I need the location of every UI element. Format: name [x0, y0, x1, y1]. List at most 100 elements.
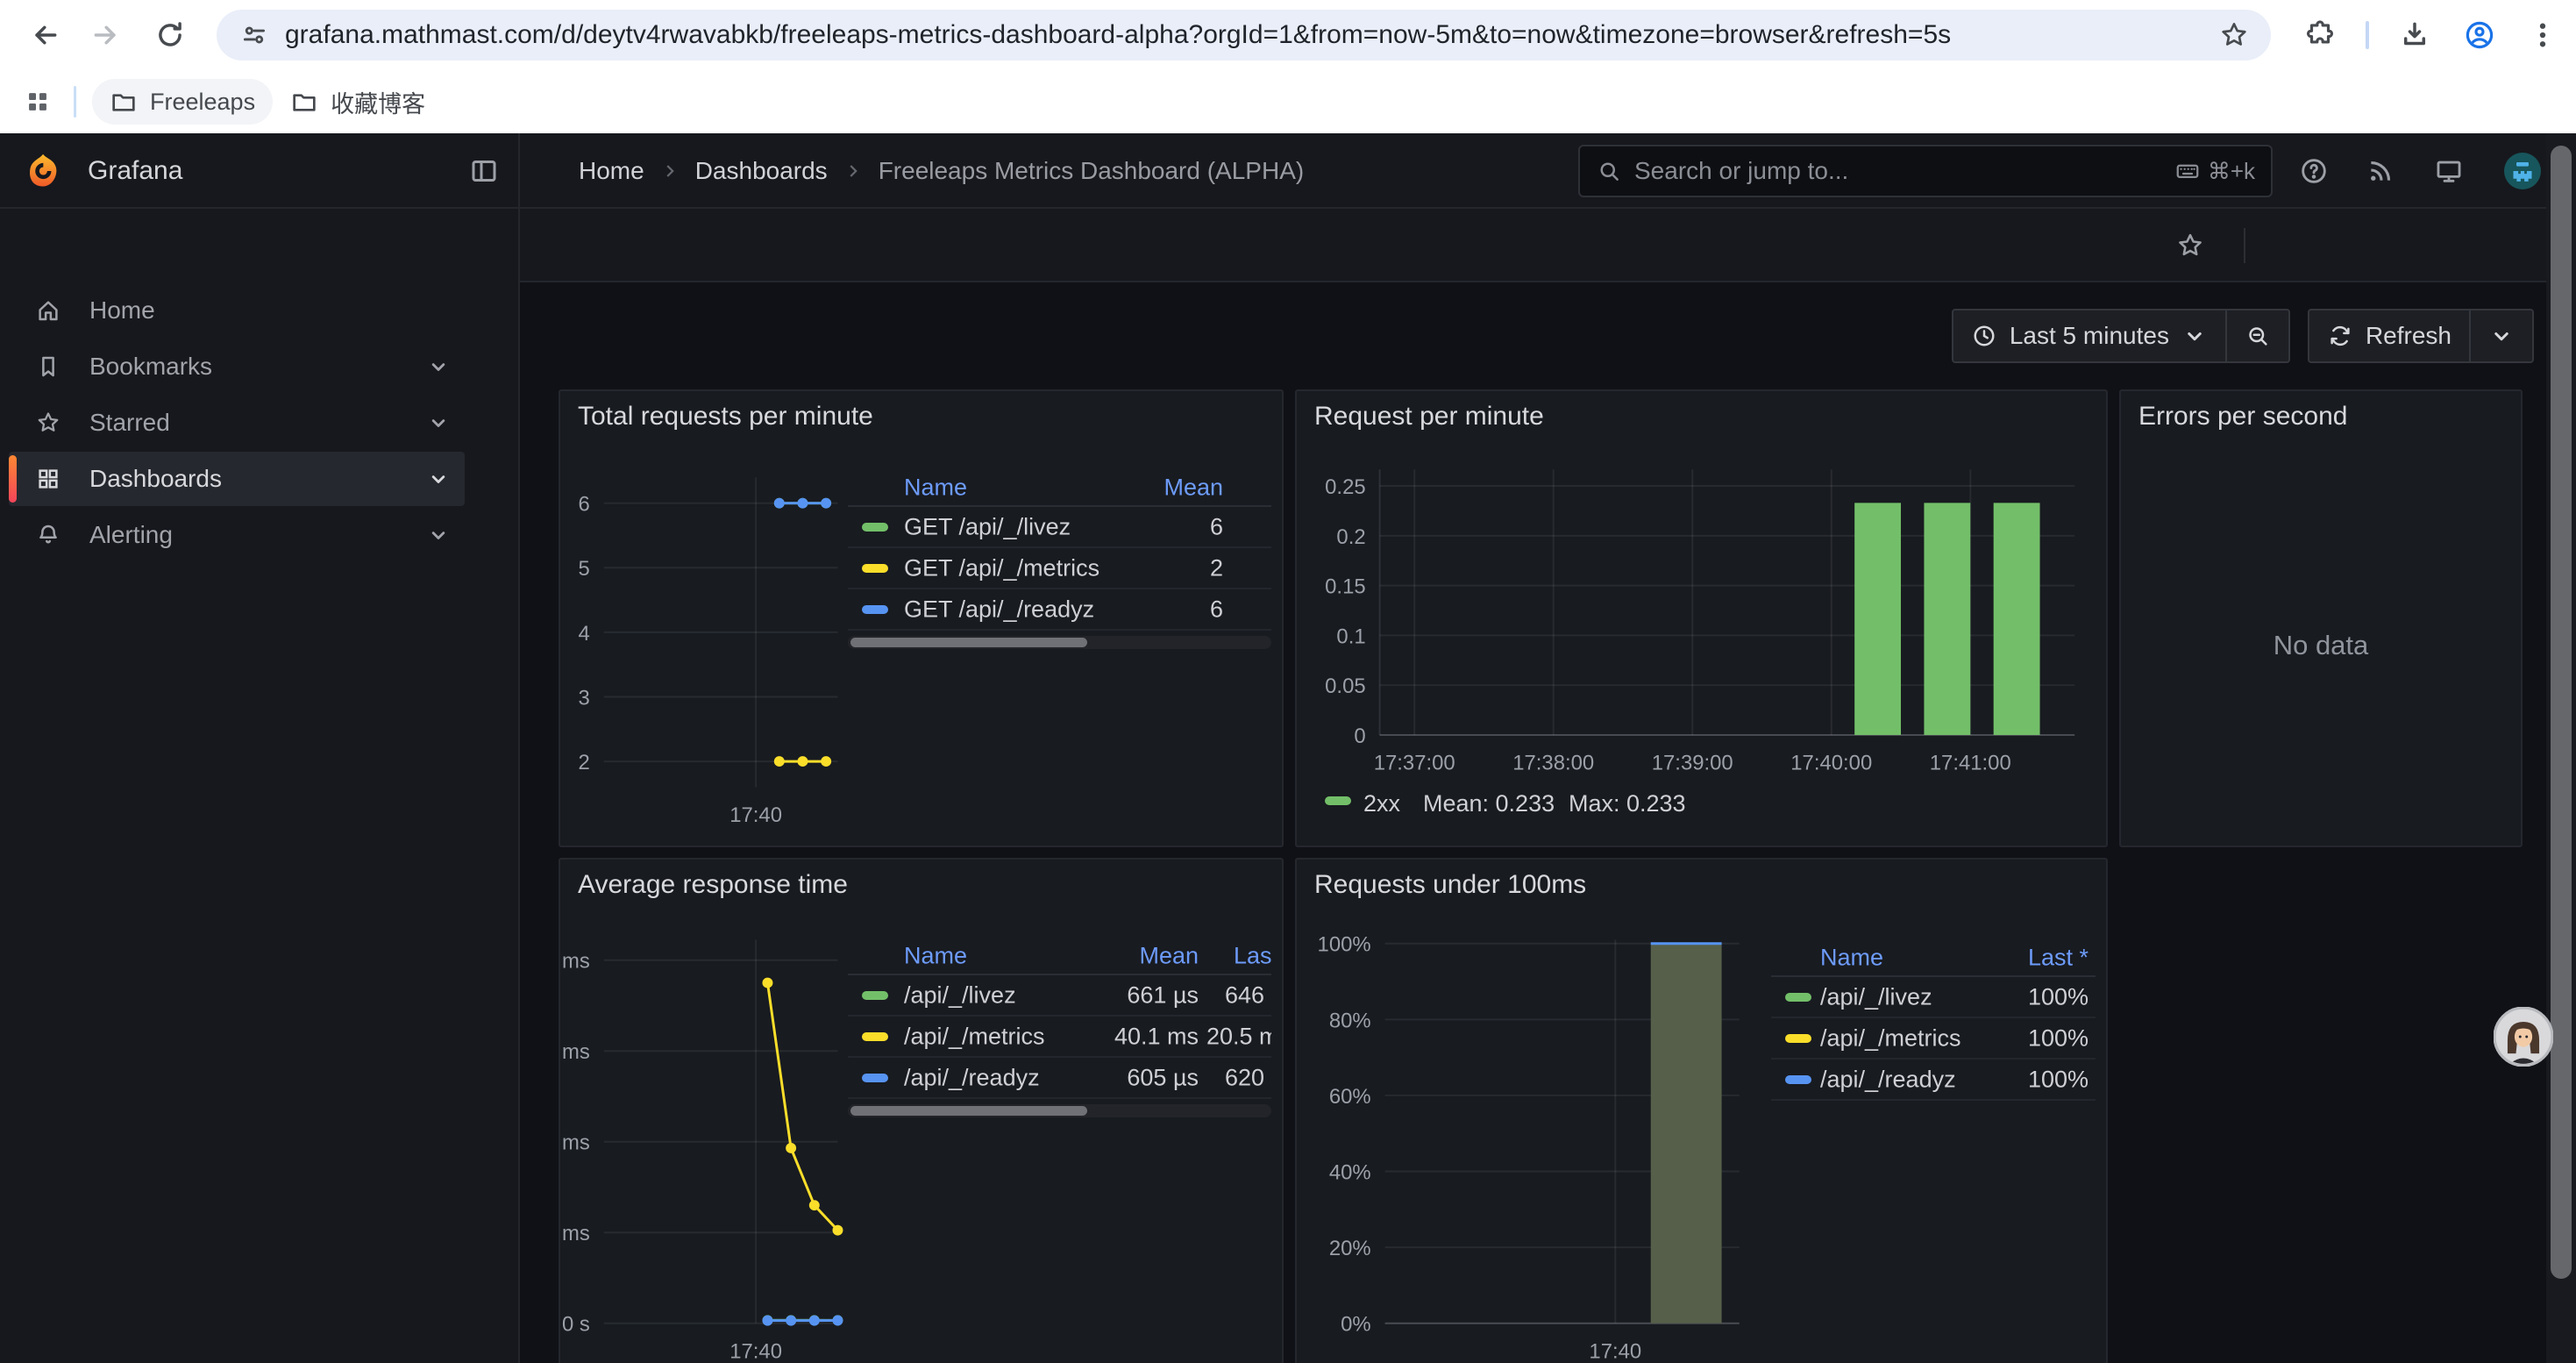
- dashboard-canvas: Last 5 minutes Refresh Total requests pe: [520, 282, 2576, 1363]
- svg-text:0: 0: [1354, 724, 1365, 748]
- apps-grid-icon[interactable]: [23, 87, 53, 117]
- bookmark-folder-freeleaps[interactable]: Freeleaps: [92, 79, 273, 125]
- reload-icon[interactable]: [146, 11, 195, 60]
- time-controls: Last 5 minutes Refresh: [1952, 309, 2534, 363]
- sidebar-item-home[interactable]: Home: [9, 283, 465, 338]
- svg-text:17:40: 17:40: [729, 803, 782, 827]
- legend-row[interactable]: /api/_/livez 661 µs 646: [848, 975, 1271, 1017]
- dock-menu-icon[interactable]: [468, 155, 500, 187]
- breadcrumb-dashboards[interactable]: Dashboards: [695, 157, 828, 185]
- chevron-down-icon: [2488, 323, 2515, 349]
- sidebar-item-bookmarks[interactable]: Bookmarks: [9, 339, 465, 394]
- series-mean: Mean: 0.233: [1423, 790, 1555, 817]
- time-range-picker[interactable]: Last 5 minutes: [1953, 310, 2225, 361]
- home-icon: [35, 297, 61, 324]
- svg-text:17:40:00: 17:40:00: [1790, 752, 1872, 775]
- legend-scrollbar[interactable]: [848, 1104, 1271, 1117]
- news-rss-icon[interactable]: [2362, 153, 2399, 189]
- bookmark-star-icon[interactable]: [2218, 19, 2250, 51]
- toolbar-divider: [2366, 21, 2369, 49]
- col-last[interactable]: Last: [1234, 943, 1271, 970]
- panel-title[interactable]: Errors per second: [2138, 402, 2347, 432]
- search-input-wrap[interactable]: ⌘+k: [1578, 145, 2273, 197]
- back-icon[interactable]: [19, 11, 68, 60]
- panel-title[interactable]: Requests under 100ms: [1314, 870, 1586, 900]
- page-scrollbar[interactable]: [2546, 133, 2576, 1363]
- address-bar[interactable]: grafana.mathmast.com/d/deytv4rwavabkb/fr…: [217, 10, 2271, 61]
- url-text[interactable]: grafana.mathmast.com/d/deytv4rwavabkb/fr…: [285, 20, 2197, 50]
- svg-text:17:40: 17:40: [1589, 1339, 1641, 1363]
- extensions-icon[interactable]: [2295, 11, 2345, 60]
- series-pill: [1325, 796, 1351, 805]
- col-mean[interactable]: Mean: [1139, 943, 1199, 970]
- series-max: Max: 0.233: [1569, 790, 1686, 817]
- col-name[interactable]: Name: [1820, 945, 1883, 972]
- panel-requests-under-100ms: Requests under 100ms 0%20%40%60%80%100%1…: [1295, 858, 2108, 1363]
- legend-scrollbar[interactable]: [848, 636, 1271, 649]
- search-input[interactable]: [1634, 157, 2162, 185]
- monitor-icon[interactable]: [2430, 153, 2467, 189]
- svg-text:17:40: 17:40: [729, 1339, 782, 1363]
- bookmarks-divider: [74, 86, 76, 118]
- legend-row[interactable]: /api/_/readyz 100%: [1771, 1060, 2096, 1101]
- col-name[interactable]: Name: [904, 475, 967, 502]
- user-avatar[interactable]: [2504, 153, 2541, 189]
- chevron-down-icon: [2181, 323, 2208, 349]
- legend-row[interactable]: GET /api/_/metrics 2: [848, 548, 1271, 589]
- scrollbar-thumb[interactable]: [2551, 146, 2572, 1279]
- favorite-star-icon[interactable]: [2172, 227, 2209, 264]
- chevron-down-icon[interactable]: [426, 467, 451, 491]
- zoom-out-button[interactable]: [2225, 310, 2288, 361]
- legend-header: Name Mean Last: [848, 938, 1271, 975]
- site-settings-icon[interactable]: [239, 20, 269, 50]
- svg-text:0 s: 0 s: [562, 1313, 590, 1337]
- series-pill: [862, 1032, 888, 1041]
- legend-row[interactable]: /api/_/livez 100%: [1771, 977, 2096, 1018]
- breadcrumb-home[interactable]: Home: [579, 157, 644, 185]
- chart-request-per-minute[interactable]: 00.050.10.150.20.2517:37:0017:38:0017:39…: [1297, 391, 2106, 846]
- svg-text:60 ms: 60 ms: [560, 1040, 590, 1064]
- series-pill: [862, 523, 888, 532]
- svg-text:20%: 20%: [1329, 1237, 1371, 1260]
- bookmark-folder-blogs[interactable]: 收藏博客: [273, 79, 443, 125]
- panel-title[interactable]: Total requests per minute: [578, 402, 873, 432]
- grafana-logo[interactable]: [25, 153, 61, 189]
- series-pill: [1785, 993, 1811, 1002]
- sidebar-item-starred[interactable]: Starred: [9, 396, 465, 450]
- legend-row[interactable]: /api/_/readyz 605 µs 620: [848, 1058, 1271, 1099]
- panel-title[interactable]: Request per minute: [1314, 402, 1544, 432]
- dashboard-actions-bar: Export Share: [520, 209, 2576, 282]
- col-last[interactable]: Last *: [2028, 945, 2089, 972]
- legend-row[interactable]: GET /api/_/readyz 6: [848, 589, 1271, 631]
- refresh-interval-button[interactable]: [2469, 310, 2532, 361]
- sidebar-item-dashboards[interactable]: Dashboards: [9, 452, 465, 506]
- chevron-down-icon[interactable]: [426, 410, 451, 435]
- refresh-button[interactable]: Refresh: [2309, 310, 2469, 361]
- sidebar-item-alerting[interactable]: Alerting: [9, 508, 465, 562]
- legend-table: Name Mean GET /api/_/livez 6 GET /api/_/…: [848, 470, 1271, 649]
- forward-icon[interactable]: [82, 11, 132, 60]
- downloads-icon[interactable]: [2390, 11, 2439, 60]
- svg-text:40%: 40%: [1329, 1160, 1371, 1184]
- chevron-down-icon[interactable]: [426, 354, 451, 379]
- keyboard-icon: [2174, 158, 2201, 184]
- folder-icon: [290, 88, 318, 116]
- panel-request-per-minute: Request per minute 00.050.10.150.20.2517…: [1295, 389, 2108, 847]
- series-pill: [1785, 1034, 1811, 1043]
- menu-kebab-icon[interactable]: [2518, 11, 2567, 60]
- panel-title[interactable]: Average response time: [578, 870, 848, 900]
- help-icon[interactable]: [2295, 153, 2332, 189]
- col-name[interactable]: Name: [904, 943, 967, 970]
- col-mean[interactable]: Mean: [1163, 475, 1223, 502]
- legend-row[interactable]: /api/_/metrics 100%: [1771, 1018, 2096, 1060]
- svg-text:40 ms: 40 ms: [560, 1131, 590, 1155]
- app-title[interactable]: Grafana: [88, 156, 182, 186]
- profile-icon[interactable]: [2455, 11, 2504, 60]
- assistant-avatar[interactable]: [2494, 1007, 2553, 1067]
- chart-requests-under-100ms[interactable]: 0%20%40%60%80%100%17:40: [1297, 860, 2106, 1363]
- series-name: 2xx: [1363, 790, 1400, 817]
- chevron-down-icon[interactable]: [426, 523, 451, 547]
- bookmarks-bar: Freeleaps 收藏博客: [0, 70, 2576, 133]
- legend-row[interactable]: /api/_/metrics 40.1 ms 20.5 ms: [848, 1017, 1271, 1058]
- legend-row[interactable]: GET /api/_/livez 6: [848, 507, 1271, 548]
